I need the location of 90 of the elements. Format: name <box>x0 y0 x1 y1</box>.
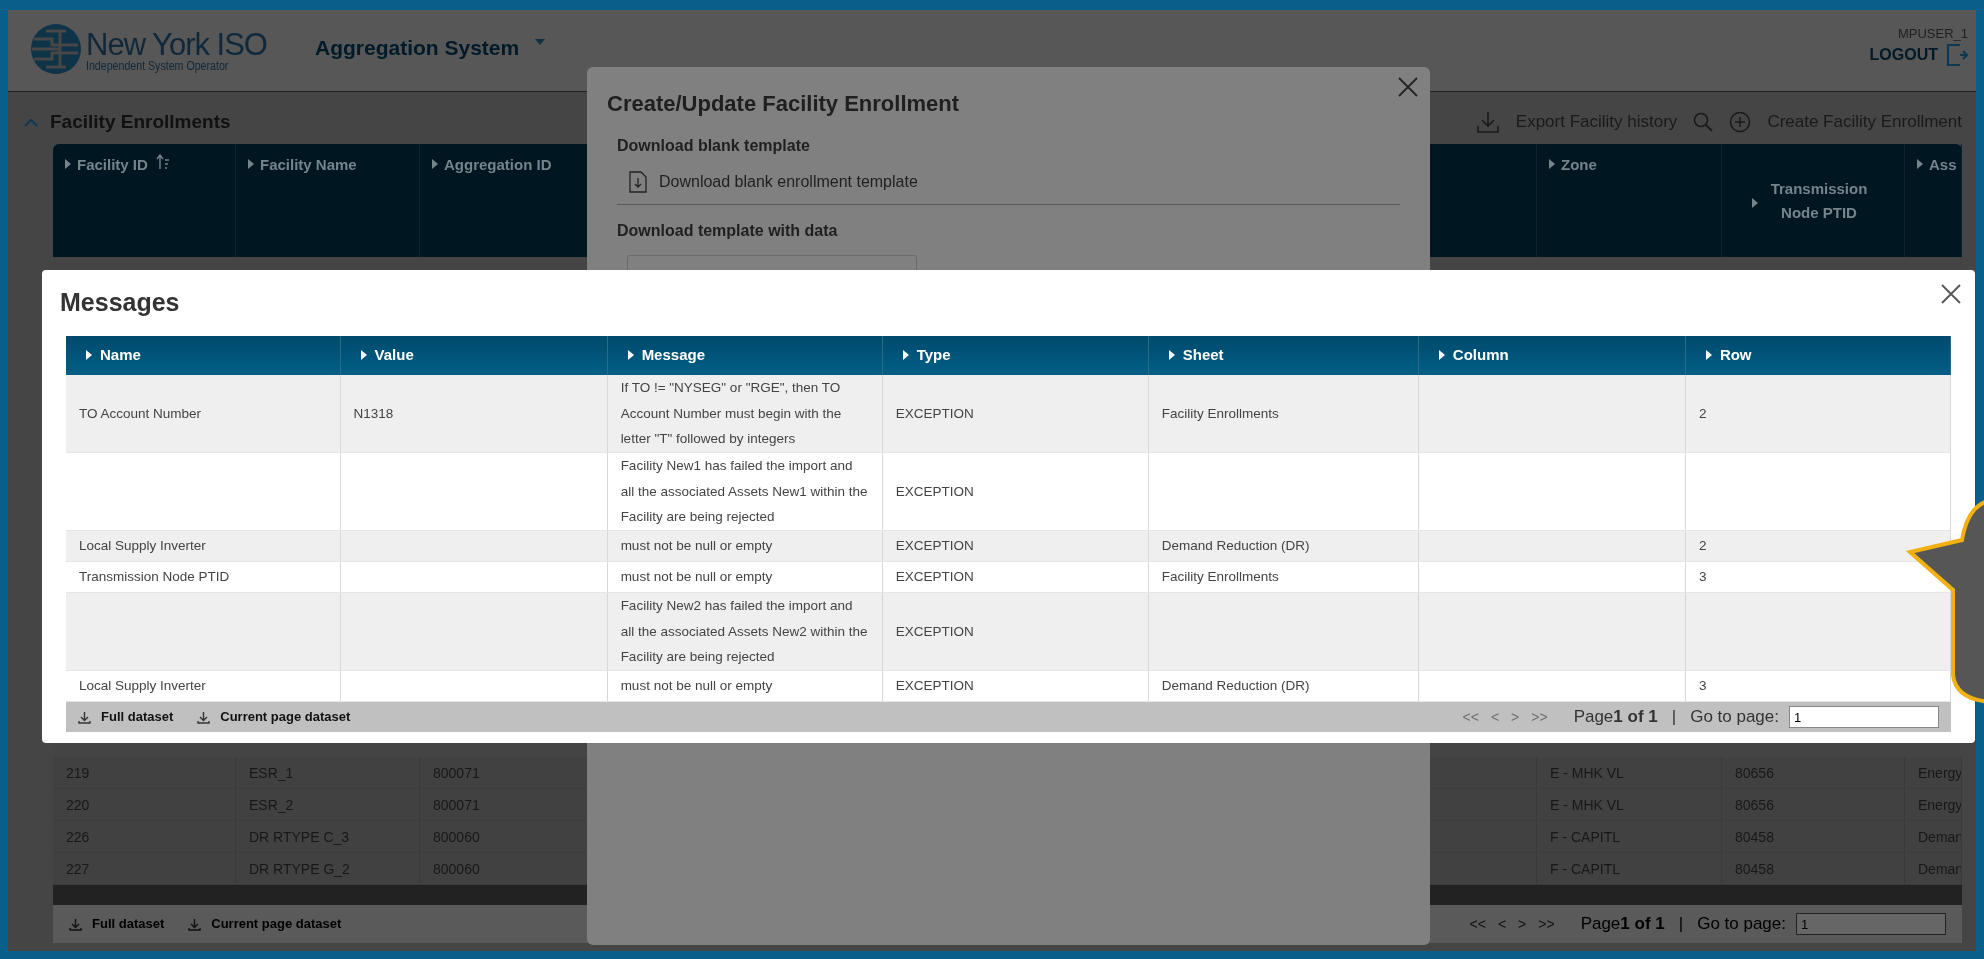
download-link[interactable]: Current page dataset <box>197 707 351 727</box>
table-cell: TO Account Number <box>66 374 341 453</box>
caret-icon <box>360 350 367 360</box>
page-nav-button[interactable]: >> <box>1531 706 1548 728</box>
column-header[interactable]: Transmission Node PTID <box>1764 177 1874 224</box>
page-nav-button[interactable]: < <box>1490 706 1500 728</box>
column-header[interactable]: Type <box>916 343 951 367</box>
caret-icon <box>1438 350 1445 360</box>
column-header[interactable]: Zone <box>1561 154 1597 177</box>
column-header[interactable]: Ass <box>1929 154 1957 177</box>
table-cell: EXCEPTION <box>882 530 1149 562</box>
table-cell: 2 <box>1685 374 1951 453</box>
close-button[interactable] <box>1941 284 1961 304</box>
go-to-page-label: Go to page: <box>1690 706 1779 729</box>
download-icon <box>197 710 211 724</box>
separator-text: | <box>1678 913 1684 936</box>
caret-icon <box>1168 350 1175 360</box>
table-cell: EXCEPTION <box>882 374 1149 453</box>
download-template-link[interactable]: Download blank enrollment template <box>629 170 918 194</box>
table-cell: Local Supply Inverter <box>66 530 341 562</box>
table-cell: Local Supply Inverter <box>66 670 341 702</box>
caret-icon <box>902 350 909 360</box>
table-cell: EXCEPTION <box>882 452 1149 531</box>
caret-icon <box>1705 350 1712 360</box>
section-heading: Download template with data <box>617 221 839 241</box>
download-icon <box>188 917 202 931</box>
logout-button[interactable]: LOGOUT <box>1869 43 1968 68</box>
table-cell: EXCEPTION <box>882 592 1149 671</box>
caret-icon <box>86 350 92 360</box>
column-header[interactable]: Message <box>641 343 705 367</box>
page-nav-button[interactable]: > <box>1511 706 1520 728</box>
plus-circle-icon <box>1729 111 1752 133</box>
table-cell: EXCEPTION <box>882 561 1149 593</box>
page-nav-button[interactable]: << <box>1469 913 1486 935</box>
page-input[interactable]: 1 <box>1789 706 1939 728</box>
page-nav-button[interactable]: << <box>1462 706 1479 728</box>
table-cell: Transmission Node PTID <box>66 561 341 593</box>
page-input[interactable]: 1 <box>1796 913 1946 935</box>
app-menu[interactable]: Aggregation System <box>315 32 546 64</box>
caret-icon <box>248 159 254 169</box>
table-cell: Demand Reduction (DR) <box>1148 530 1419 562</box>
dialog-title: Messages <box>60 287 181 318</box>
sort-ascending-icon <box>155 154 170 170</box>
globe-logo-icon <box>30 22 82 75</box>
column-header[interactable]: Row <box>1719 343 1752 367</box>
logo-title: New York ISO <box>86 28 267 60</box>
page-nav-button[interactable]: > <box>1518 913 1527 935</box>
table-cell: Facility Enrollments <box>1148 561 1419 593</box>
file-download-icon <box>629 171 647 193</box>
column-header[interactable]: Facility ID <box>77 154 170 177</box>
section-heading: Download blank template <box>617 136 811 156</box>
page-indicator: Page1 of 1 <box>1573 706 1658 729</box>
caret-icon <box>1752 198 1758 208</box>
table-cell: Demand Reduction (DR) <box>1148 670 1419 702</box>
column-header[interactable]: Aggregation ID <box>444 154 552 177</box>
table-cell: N1318 <box>340 374 608 453</box>
download-link[interactable]: Full dataset <box>78 707 174 727</box>
caret-icon <box>65 159 71 169</box>
page-nav-button[interactable]: >> <box>1538 913 1555 935</box>
separator-text: | <box>1671 706 1677 729</box>
logo-subtitle: Independent System Operator <box>86 59 230 73</box>
user-name: MPUSER_1 <box>1897 24 1968 43</box>
table-cell: EXCEPTION <box>882 670 1149 702</box>
column-header[interactable]: Name <box>100 343 141 367</box>
dialog-title: Create/Update Facility Enrollment <box>607 90 961 118</box>
close-icon[interactable] <box>1398 77 1418 97</box>
page-indicator: Page1 of 1 <box>1580 913 1665 936</box>
download-icon <box>1475 110 1500 134</box>
table-cell: must not be null or empty <box>607 670 883 702</box>
caret-icon <box>627 350 634 360</box>
table-cell: If TO != "NYSEG" or "RGE", then TO Account Number must begin with the letter "T" followed by integers <box>607 374 883 453</box>
column-header[interactable]: Value <box>374 343 414 367</box>
column-header[interactable]: Facility Name <box>260 154 357 177</box>
column-header[interactable]: Sheet <box>1182 343 1224 367</box>
page-nav-button[interactable]: < <box>1497 913 1507 935</box>
logout-icon <box>1946 43 1968 68</box>
download-icon <box>78 710 91 724</box>
caret-icon <box>432 159 438 169</box>
table-cell: Facility Enrollments <box>1148 374 1419 453</box>
go-to-page-label: Go to page: <box>1697 913 1786 936</box>
caret-down-icon <box>535 38 546 45</box>
column-header[interactable]: Column <box>1452 343 1509 367</box>
caret-icon <box>1549 159 1555 169</box>
download-icon <box>69 917 82 931</box>
download-link[interactable]: Current page dataset <box>188 914 342 934</box>
table-cell: must not be null or empty <box>607 561 883 593</box>
table-cell: must not be null or empty <box>607 530 883 562</box>
download-link[interactable]: Full dataset <box>69 914 165 934</box>
caret-icon <box>1917 159 1923 169</box>
table-cell: 3 <box>1685 670 1951 702</box>
